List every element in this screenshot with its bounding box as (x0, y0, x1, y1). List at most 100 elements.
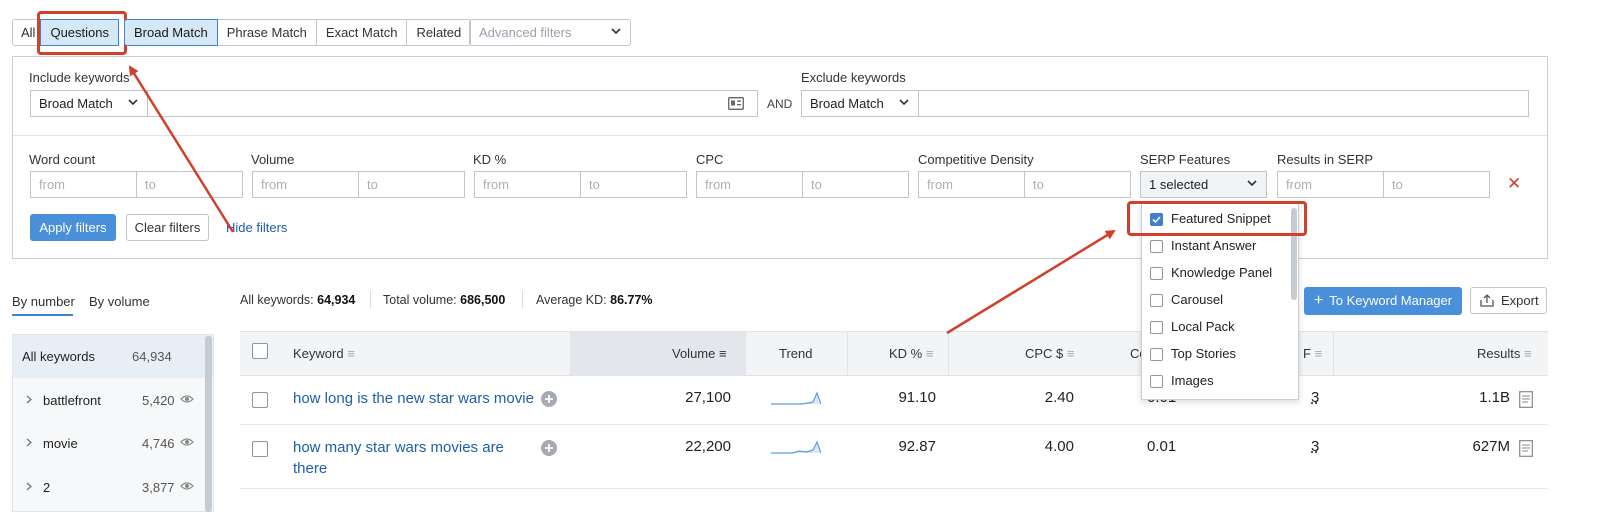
serp-option-label: Instant Answer (1171, 238, 1257, 253)
kd-to[interactable]: to (580, 171, 687, 198)
group-count: 4,746 (142, 436, 175, 451)
sort-icon: ≡ (925, 346, 934, 361)
select-all-checkbox[interactable] (252, 343, 268, 359)
volume-value: 22,200 (685, 438, 731, 455)
column-results[interactable]: Results ≡ (1477, 346, 1532, 361)
word-count-to[interactable]: to (136, 171, 243, 198)
group-name[interactable]: battlefront (43, 393, 101, 408)
checkbox-icon (1150, 321, 1163, 334)
hide-filters-link[interactable]: Hide filters (226, 220, 287, 235)
serp-option[interactable]: Images (1142, 369, 1292, 395)
column-sf-label: F (1303, 346, 1311, 361)
column-keyword[interactable]: Keyword ≡ (293, 346, 355, 361)
chevron-right-icon[interactable] (26, 482, 32, 491)
column-volume[interactable]: Volume ≡ (672, 346, 727, 361)
serp-snapshot-icon[interactable] (1519, 391, 1533, 408)
column-cpc-label: CPC $ (1025, 346, 1064, 361)
stat-total-volume: Total volume: 686,500 (383, 293, 505, 307)
word-count-from[interactable]: from (30, 171, 137, 198)
cpc-to[interactable]: to (802, 171, 909, 198)
serp-option[interactable]: Top Stories (1142, 342, 1292, 368)
add-keyword-icon[interactable] (541, 391, 557, 407)
serp-option[interactable]: Knowledge Panel (1142, 261, 1292, 287)
chevron-down-icon (128, 99, 138, 105)
add-keyword-icon[interactable] (541, 440, 557, 456)
clear-filters-button[interactable]: Clear filters (126, 214, 209, 241)
serp-snapshot-icon[interactable] (1519, 440, 1533, 457)
stat-value: 686,500 (460, 293, 506, 307)
row-divider (240, 424, 1548, 425)
groups-scrollbar[interactable] (205, 336, 212, 512)
column-serp-features[interactable]: F ≡ (1303, 346, 1322, 361)
column-keyword-label: Keyword (293, 346, 344, 361)
serp-option-label: Knowledge Panel (1171, 265, 1273, 280)
density-from[interactable]: from (918, 171, 1025, 198)
eye-icon[interactable] (180, 437, 194, 447)
volume-label: Volume (251, 152, 295, 167)
serp-features-select[interactable]: 1 selected (1140, 171, 1267, 198)
tab-broad-match[interactable]: Broad Match (124, 19, 218, 46)
serp-features-count[interactable]: 3 (1311, 438, 1319, 455)
cpc-label: CPC (696, 152, 724, 167)
eye-icon[interactable] (180, 394, 194, 404)
results-from[interactable]: from (1277, 171, 1384, 198)
include-match-select[interactable]: Broad Match (30, 90, 148, 117)
column-kd[interactable]: KD % ≡ (889, 346, 933, 361)
volume-to[interactable]: to (358, 171, 465, 198)
stat-average-kd: Average KD: 86.77% (536, 293, 653, 307)
group-count: 5,420 (142, 393, 175, 408)
tab-exact-match[interactable]: Exact Match (315, 19, 408, 46)
keyword-link[interactable]: how long is the new star wars movie (293, 388, 534, 409)
group-name[interactable]: movie (43, 436, 78, 451)
include-keywords-input[interactable] (147, 90, 758, 117)
cpc-from[interactable]: from (696, 171, 803, 198)
tab-by-number[interactable]: By number (12, 294, 75, 309)
serp-option[interactable]: Carousel (1142, 288, 1292, 314)
column-volume-label: Volume (672, 346, 716, 361)
results-to[interactable]: to (1383, 171, 1490, 198)
tab-questions[interactable]: Questions (40, 19, 119, 46)
serp-option-label: Top Stories (1171, 346, 1237, 361)
checkbox-icon (1150, 294, 1163, 307)
kd-value: 92.87 (898, 438, 936, 455)
column-separator (1333, 331, 1334, 376)
column-kd-label: KD % (889, 346, 923, 361)
export-button[interactable]: Export (1470, 287, 1547, 314)
eye-icon[interactable] (180, 481, 194, 491)
keyword-list-icon[interactable] (728, 97, 744, 110)
exclude-keywords-input[interactable] (918, 90, 1529, 117)
serp-option[interactable]: Local Pack (1142, 315, 1292, 341)
chevron-right-icon[interactable] (26, 438, 32, 447)
serp-features-count[interactable]: 3 (1311, 389, 1319, 406)
kd-label: KD % (473, 152, 507, 167)
row-checkbox[interactable] (252, 441, 268, 457)
checkbox-icon (1150, 240, 1163, 253)
volume-value: 27,100 (685, 389, 731, 406)
to-keyword-manager-button[interactable]: + To Keyword Manager (1304, 287, 1462, 315)
tab-by-volume[interactable]: By volume (89, 294, 150, 309)
remove-filters-icon[interactable]: ✕ (1507, 174, 1521, 194)
group-count: 3,877 (142, 480, 175, 495)
kd-from[interactable]: from (474, 171, 581, 198)
density-to[interactable]: to (1024, 171, 1131, 198)
chevron-right-icon[interactable] (26, 395, 32, 404)
apply-filters-button[interactable]: Apply filters (30, 214, 116, 241)
group-name[interactable]: All keywords (22, 349, 95, 364)
volume-from[interactable]: from (252, 171, 359, 198)
advanced-filters-dropdown[interactable]: Advanced filters (469, 19, 631, 46)
cpc-value: 4.00 (1044, 438, 1074, 455)
exclude-keywords-label: Exclude keywords (801, 70, 906, 85)
tab-phrase-match[interactable]: Phrase Match (216, 19, 317, 46)
and-label: AND (767, 97, 793, 111)
sort-icon: ≡ (719, 346, 727, 361)
sort-icon: ≡ (1066, 346, 1075, 361)
stat-separator (522, 291, 523, 308)
row-checkbox[interactable] (252, 392, 268, 408)
column-cpc[interactable]: CPC $ ≡ (1025, 346, 1075, 361)
keyword-link[interactable]: how many star wars movies are there (293, 437, 504, 479)
keyword-line-1: how many star wars movies are (293, 439, 504, 456)
exclude-match-select[interactable]: Broad Match (801, 90, 919, 117)
serp-option[interactable]: Instant Answer (1142, 234, 1292, 260)
tab-related[interactable]: Related (406, 19, 472, 46)
group-name[interactable]: 2 (43, 480, 50, 495)
